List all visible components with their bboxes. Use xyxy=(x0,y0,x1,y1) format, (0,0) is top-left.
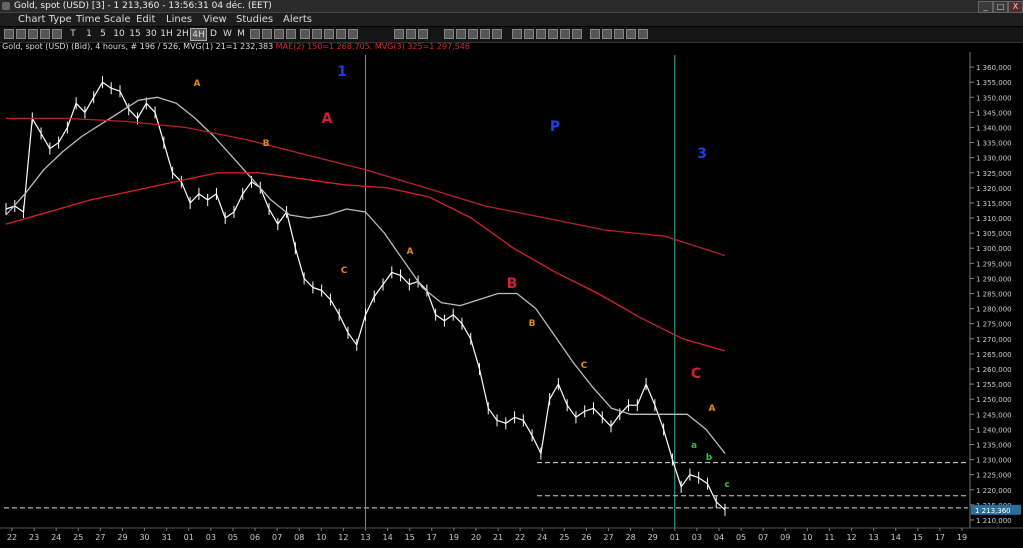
last-price: 1 213,360 xyxy=(971,504,1021,515)
date-tick-label: 21 xyxy=(493,533,503,542)
price-tick-label: 1 245,000 xyxy=(976,411,1012,419)
wave-label: 3 xyxy=(697,146,707,162)
wave-annotations: 1 P 3 A B C A B C A B C Aab c xyxy=(194,64,730,490)
date-tick-label: 14 xyxy=(891,533,901,542)
date-tick-label: 25 xyxy=(73,533,83,542)
wave-label: a xyxy=(691,441,697,451)
price-tick-label: 1 235,000 xyxy=(976,441,1012,449)
price-tick-label: 1 275,000 xyxy=(976,321,1012,329)
price-tick-label: 1 310,000 xyxy=(976,215,1012,223)
date-tick-label: 19 xyxy=(957,533,967,542)
date-tick-label: 05 xyxy=(736,533,746,542)
price-tick-label: 1 230,000 xyxy=(976,457,1012,465)
price-tick-label: 1 295,000 xyxy=(976,260,1012,268)
date-tick-label: 05 xyxy=(228,533,238,542)
price-tick-label: 1 210,000 xyxy=(976,517,1012,525)
price-tick-label: 1 305,000 xyxy=(976,230,1012,238)
price-tick-label: 1 240,000 xyxy=(976,426,1012,434)
date-tick-label: 13 xyxy=(869,533,879,542)
wave-label: A xyxy=(322,111,333,127)
price-tick-label: 1 340,000 xyxy=(976,124,1012,132)
wave-label: A xyxy=(709,404,716,414)
date-tick-label: 10 xyxy=(802,533,812,542)
price-tick-label: 1 265,000 xyxy=(976,351,1012,359)
date-tick-label: 11 xyxy=(824,533,834,542)
price-tick-label: 1 280,000 xyxy=(976,306,1012,314)
date-tick-label: 25 xyxy=(559,533,569,542)
date-tick-label: 03 xyxy=(206,533,216,542)
price-tick-label: 1 220,000 xyxy=(976,487,1012,495)
price-tick-label: 1 300,000 xyxy=(976,245,1012,253)
wave-label: A xyxy=(194,79,201,89)
date-tick-label: 20 xyxy=(471,533,481,542)
date-tick-label: 17 xyxy=(427,533,437,542)
wave-label: A xyxy=(407,247,414,257)
date-tick-label: 09 xyxy=(780,533,790,542)
date-tick-label: 22 xyxy=(515,533,525,542)
wave-label: C xyxy=(341,266,348,276)
date-axis: 22 23 24 25 27 29 30 31 01 03 05 06 07 08 10 12 13 14 15 17… xyxy=(0,527,1023,542)
price-tick-label: 1 320,000 xyxy=(976,185,1012,193)
wave-label: B xyxy=(529,319,536,329)
price-tick-label: 1 350,000 xyxy=(976,94,1012,102)
price-tick-label: 1 225,000 xyxy=(976,472,1012,480)
vertical-markers xyxy=(364,55,676,528)
date-tick-label: 31 xyxy=(162,533,172,542)
date-tick-label: 06 xyxy=(250,533,260,542)
date-tick-label: 14 xyxy=(382,533,392,542)
price-tick-label: 1 255,000 xyxy=(976,381,1012,389)
wave-label: b xyxy=(706,453,713,463)
date-tick-label: 07 xyxy=(758,533,768,542)
date-tick-label: 04 xyxy=(714,533,724,542)
date-tick-label: 19 xyxy=(449,533,459,542)
wave-label: c xyxy=(724,480,729,490)
date-tick-label: 15 xyxy=(405,533,415,542)
date-tick-label: 24 xyxy=(537,533,547,542)
last-price-label: 1 213,360 xyxy=(975,507,1011,515)
date-tick-label: 12 xyxy=(846,533,856,542)
price-chart[interactable]: 1 P 3 A B C A B C A B C Aab c 1 360,000 1 355,000 1 350… xyxy=(0,0,1023,548)
date-tick-label: 15 xyxy=(913,533,923,542)
date-tick-label: 28 xyxy=(626,533,636,542)
price-tick-label: 1 285,000 xyxy=(976,291,1012,299)
date-tick-label: 23 xyxy=(29,533,39,542)
date-tick-label: 27 xyxy=(603,533,613,542)
date-tick-label: 03 xyxy=(692,533,702,542)
price-tick-label: 1 260,000 xyxy=(976,366,1012,374)
wave-label: C xyxy=(691,366,701,382)
date-tick-label: 29 xyxy=(117,533,127,542)
price-tick-label: 1 250,000 xyxy=(976,396,1012,404)
reference-lines xyxy=(4,462,968,509)
date-tick-label: 10 xyxy=(316,533,326,542)
price-tick-label: 1 325,000 xyxy=(976,170,1012,178)
date-tick-label: 24 xyxy=(51,533,61,542)
price-tick-label: 1 330,000 xyxy=(976,155,1012,163)
wave-label: B xyxy=(263,139,270,149)
date-tick-label: 27 xyxy=(95,533,105,542)
price-tick-label: 1 270,000 xyxy=(976,336,1012,344)
price-tick-label: 1 345,000 xyxy=(976,109,1012,117)
date-tick-label: 17 xyxy=(935,533,945,542)
wave-label: 1 xyxy=(337,64,347,80)
wave-label: B xyxy=(507,276,518,292)
price-tick-label: 1 315,000 xyxy=(976,200,1012,208)
price-tick-label: 1 360,000 xyxy=(976,64,1012,72)
date-tick-label: 07 xyxy=(272,533,282,542)
wave-label: C xyxy=(581,361,588,371)
date-tick-label: 08 xyxy=(294,533,304,542)
date-tick-label: 01 xyxy=(670,533,680,542)
price-tick-label: 1 290,000 xyxy=(976,275,1012,283)
date-tick-label: 22 xyxy=(7,533,17,542)
date-tick-label: 29 xyxy=(648,533,658,542)
date-tick-label: 26 xyxy=(581,533,591,542)
price-tick-label: 1 355,000 xyxy=(976,79,1012,87)
price-tick-label: 1 335,000 xyxy=(976,140,1012,148)
date-tick-label: 01 xyxy=(184,533,194,542)
price-axis: 1 360,000 1 355,000 1 350,000 1 345,000 1 34… xyxy=(969,52,1012,528)
wave-label: P xyxy=(550,119,560,135)
date-tick-label: 30 xyxy=(139,533,149,542)
date-tick-label: 12 xyxy=(338,533,348,542)
date-tick-label: 13 xyxy=(360,533,370,542)
